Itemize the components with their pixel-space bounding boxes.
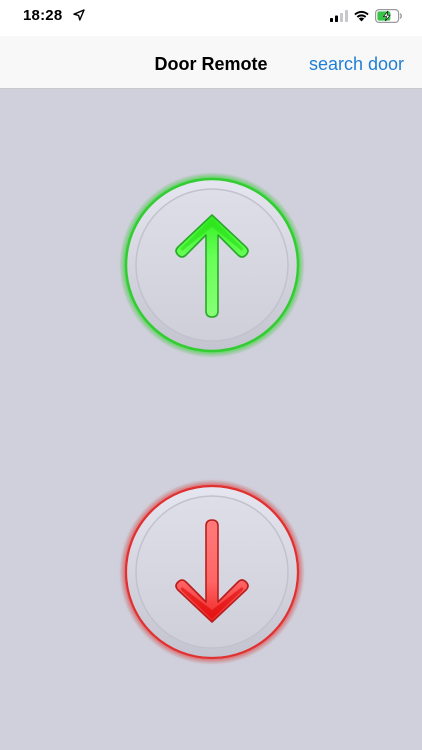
status-bar: 18:28 (0, 0, 422, 36)
page-title: Door Remote (154, 54, 268, 74)
search-door-button[interactable]: search door (309, 54, 404, 75)
wifi-icon (354, 10, 369, 22)
battery-charging-icon (375, 9, 402, 23)
location-arrow-icon (73, 9, 85, 21)
navigation-bar: Door Remote search door (0, 36, 422, 89)
remote-panel (0, 89, 422, 750)
door-down-button[interactable] (118, 478, 306, 666)
down-button-graphic (120, 480, 304, 664)
up-button-graphic (120, 173, 304, 357)
status-time: 18:28 (23, 7, 63, 24)
door-up-button[interactable] (118, 171, 306, 359)
cellular-signal-icon (330, 10, 348, 22)
